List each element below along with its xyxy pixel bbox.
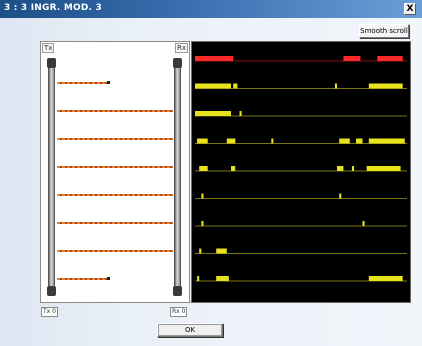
tx-label: Tx [42,43,55,53]
rx-rail-top-cap [173,58,182,68]
scope-channel-4-pulse-3 [271,138,274,144]
beam-1 [57,82,107,84]
signal-scope [191,41,411,303]
scope-channel-2-pulse-1 [195,83,231,89]
scope-channel-5-pulse-1 [199,166,208,171]
beam-4 [57,166,173,168]
smooth-scroll-button[interactable]: Smooth scroll [359,24,409,38]
scope-channel-2-pulse-4 [368,83,403,89]
tx-rail-top-cap [47,58,56,68]
scope-channel-4-pulse-2 [226,138,236,144]
tx-status: Tx 0 [41,307,58,317]
scope-channel-5-pulse-5 [366,166,401,171]
beam-8-tip [107,277,110,280]
close-icon: X [406,3,414,14]
beam-8 [57,278,107,280]
tx-rail [48,60,55,294]
beam-5 [57,194,173,196]
scope-channel-5-pulse-4 [351,166,354,171]
scope-channel-3-pulse-1 [195,111,231,116]
scope-channel-1-pulse-1 [195,56,234,61]
close-button[interactable]: X [404,3,416,15]
title-bar[interactable]: 3 : 3 INGR. MOD. 3 X [0,0,422,18]
scope-channel-1-pulse-2 [343,56,361,61]
rx-status: Rx 0 [170,307,187,317]
ok-button[interactable]: OK [157,323,223,337]
scope-channel-4-pulse-1 [197,138,208,144]
window-title: 3 : 3 INGR. MOD. 3 [4,3,102,13]
scope-channel-6-pulse-1 [201,193,204,199]
tx-rail-bottom-cap [47,286,56,296]
scope-channel-4-pulse-5 [356,138,363,144]
scope-channel-7-pulse-1 [201,221,204,226]
barrier-view: Tx Rx [40,41,190,303]
rx-rail [174,60,181,294]
scope-channel-8-pulse-1 [199,248,202,254]
scope-channel-2-pulse-2 [233,83,238,89]
scope-channel-9-pulse-3 [368,276,403,281]
beam-1-tip [107,81,110,84]
beam-6 [57,222,173,224]
dialog-window: 3 : 3 INGR. MOD. 3 X Smooth scroll Tx Rx… [0,0,422,346]
beam-2 [57,110,173,112]
scope-channel-3-pulse-2 [239,111,242,116]
scope-channel-5-pulse-2 [231,166,236,171]
scope-channel-2-pulse-3 [334,83,337,89]
rx-rail-bottom-cap [173,286,182,296]
scope-channel-9-pulse-1 [197,276,200,281]
scope-channel-4-pulse-6 [368,138,405,144]
scope-canvas [195,56,407,282]
scope-channel-6-pulse-2 [339,193,342,199]
scope-channel-7-pulse-2 [362,221,365,226]
rx-label: Rx [174,43,188,53]
scope-channel-1-pulse-3 [377,56,403,61]
beam-3 [57,138,173,140]
beam-7 [57,250,173,252]
scope-channel-4-pulse-4 [339,138,350,144]
scope-channel-8-pulse-2 [216,248,227,254]
scope-channel-9-pulse-2 [216,276,229,281]
scope-channel-5-pulse-3 [337,166,344,171]
